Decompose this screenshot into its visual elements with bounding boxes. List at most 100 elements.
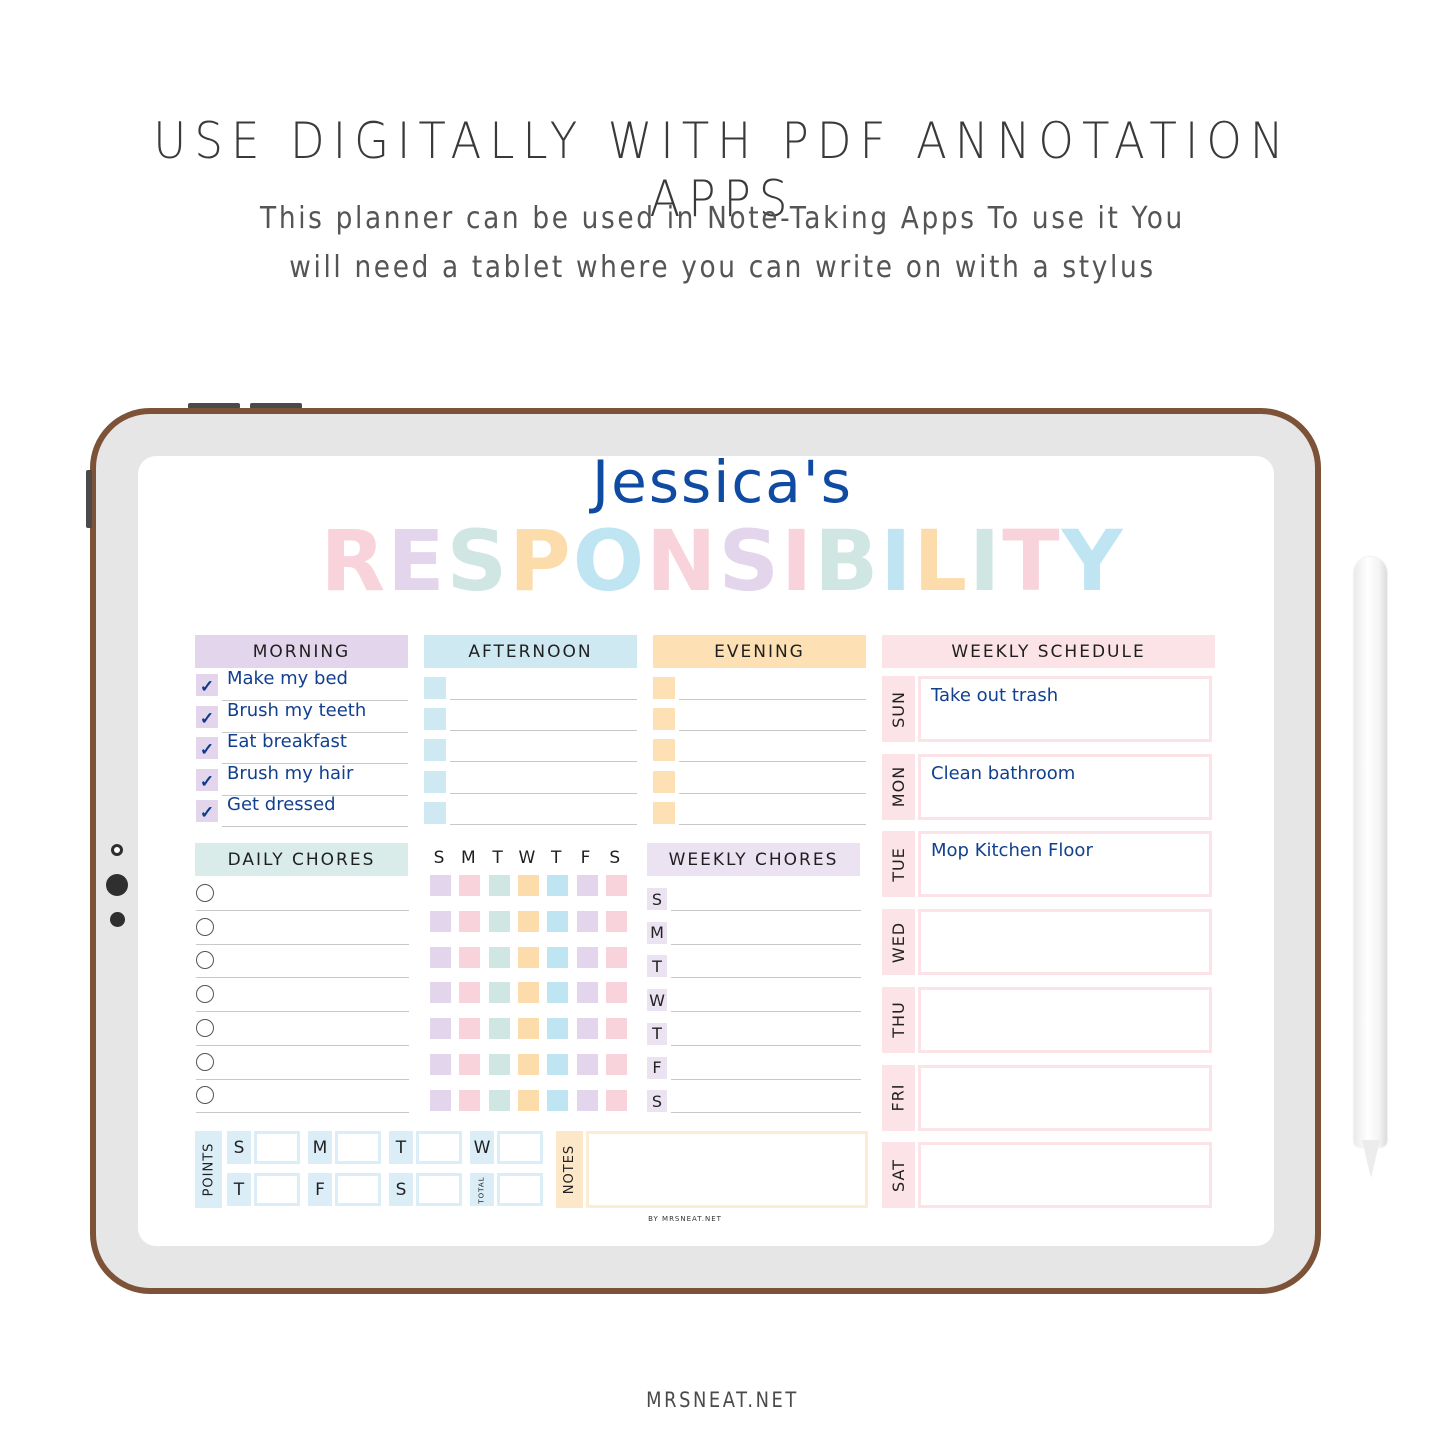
- day-check-cell[interactable]: [517, 910, 539, 932]
- afternoon-row-line[interactable]: [450, 792, 637, 794]
- afternoon-checkbox[interactable]: [424, 708, 446, 731]
- evening-row-line[interactable]: [679, 730, 866, 732]
- day-check-cell[interactable]: [547, 982, 569, 1004]
- chore-row-line[interactable]: [196, 910, 409, 911]
- day-check-cell[interactable]: [547, 1089, 569, 1111]
- points-total-field[interactable]: [497, 1173, 543, 1206]
- day-check-cell[interactable]: [517, 1089, 539, 1111]
- chore-row-line[interactable]: [196, 1112, 409, 1114]
- day-check-cell[interactable]: [547, 1018, 569, 1040]
- points-day-field[interactable]: [335, 1131, 381, 1164]
- day-check-cell[interactable]: [576, 1018, 598, 1040]
- day-check-cell[interactable]: [605, 1018, 627, 1040]
- weekly-chore-line[interactable]: [671, 1078, 861, 1080]
- evening-checkbox[interactable]: [653, 739, 675, 762]
- day-check-cell[interactable]: [517, 875, 539, 896]
- points-day-field[interactable]: [416, 1131, 462, 1164]
- weekly-chore-line[interactable]: [671, 1011, 861, 1013]
- day-check-cell[interactable]: [488, 982, 510, 1004]
- morning-checkbox[interactable]: ✓: [196, 705, 218, 728]
- morning-checkbox[interactable]: ✓: [196, 800, 218, 822]
- weekly-chore-line[interactable]: [671, 1112, 861, 1114]
- day-check-cell[interactable]: [488, 1018, 510, 1040]
- day-check-cell[interactable]: [430, 982, 451, 1004]
- chore-row-line[interactable]: [196, 943, 409, 945]
- morning-task-text[interactable]: Brush my hair: [227, 763, 353, 784]
- day-check-cell[interactable]: [488, 946, 510, 968]
- day-check-cell[interactable]: [605, 1054, 627, 1075]
- day-check-cell[interactable]: [576, 1089, 598, 1111]
- day-check-cell[interactable]: [605, 875, 627, 896]
- schedule-day-field[interactable]: [918, 986, 1212, 1053]
- day-check-cell[interactable]: [576, 946, 598, 968]
- day-check-cell[interactable]: [576, 910, 598, 932]
- day-check-cell[interactable]: [488, 1054, 510, 1075]
- morning-checkbox[interactable]: ✓: [196, 737, 218, 759]
- day-check-cell[interactable]: [459, 910, 481, 932]
- day-check-cell[interactable]: [430, 875, 451, 896]
- chore-radio[interactable]: [196, 985, 214, 1004]
- day-check-cell[interactable]: [488, 910, 510, 932]
- morning-checkbox[interactable]: ✓: [196, 768, 218, 791]
- chore-row-line[interactable]: [196, 977, 409, 979]
- day-check-cell[interactable]: [459, 1018, 481, 1040]
- weekly-chore-line[interactable]: [671, 910, 861, 911]
- weekly-chore-line[interactable]: [671, 977, 861, 979]
- day-check-cell[interactable]: [430, 910, 451, 932]
- evening-checkbox[interactable]: [653, 708, 675, 731]
- day-check-cell[interactable]: [517, 1054, 539, 1075]
- day-check-cell[interactable]: [430, 1089, 451, 1111]
- evening-row-line[interactable]: [679, 761, 866, 763]
- afternoon-checkbox[interactable]: [424, 739, 446, 762]
- morning-task-text[interactable]: Get dressed: [227, 794, 336, 815]
- day-check-cell[interactable]: [488, 1089, 510, 1111]
- morning-task-text[interactable]: Eat breakfast: [227, 731, 347, 752]
- weekly-chore-line[interactable]: [671, 943, 861, 945]
- schedule-day-field[interactable]: [918, 1142, 1212, 1209]
- afternoon-checkbox[interactable]: [424, 677, 446, 699]
- notes-field[interactable]: [586, 1131, 868, 1208]
- afternoon-row-line[interactable]: [450, 699, 637, 700]
- schedule-day-field[interactable]: [918, 909, 1212, 976]
- day-check-cell[interactable]: [430, 1018, 451, 1040]
- schedule-day-field[interactable]: Mop Kitchen Floor: [918, 831, 1212, 898]
- day-check-cell[interactable]: [459, 982, 481, 1004]
- day-check-cell[interactable]: [605, 910, 627, 932]
- day-check-cell[interactable]: [517, 982, 539, 1004]
- chore-row-line[interactable]: [196, 1011, 409, 1013]
- evening-checkbox[interactable]: [653, 801, 675, 824]
- evening-checkbox[interactable]: [653, 677, 675, 699]
- day-check-cell[interactable]: [459, 1089, 481, 1111]
- owner-name[interactable]: Jessica's: [0, 448, 1445, 516]
- weekly-chore-line[interactable]: [671, 1044, 861, 1046]
- evening-checkbox[interactable]: [653, 770, 675, 793]
- chore-row-line[interactable]: [196, 1078, 409, 1080]
- day-check-cell[interactable]: [547, 1054, 569, 1075]
- day-check-cell[interactable]: [430, 1054, 451, 1075]
- day-check-cell[interactable]: [517, 1018, 539, 1040]
- points-day-field[interactable]: [335, 1173, 381, 1206]
- afternoon-row-line[interactable]: [450, 730, 637, 732]
- day-check-cell[interactable]: [576, 982, 598, 1004]
- day-check-cell[interactable]: [459, 946, 481, 968]
- day-check-cell[interactable]: [605, 1089, 627, 1111]
- morning-task-text[interactable]: Brush my teeth: [227, 700, 366, 721]
- afternoon-row-line[interactable]: [450, 823, 637, 825]
- afternoon-checkbox[interactable]: [424, 801, 446, 824]
- afternoon-checkbox[interactable]: [424, 770, 446, 793]
- schedule-day-field[interactable]: Take out trash: [918, 676, 1212, 742]
- day-check-cell[interactable]: [517, 946, 539, 968]
- morning-checkbox[interactable]: ✓: [196, 674, 218, 696]
- evening-row-line[interactable]: [679, 792, 866, 794]
- chore-radio[interactable]: [196, 884, 214, 902]
- day-check-cell[interactable]: [605, 982, 627, 1004]
- schedule-day-field[interactable]: [918, 1064, 1212, 1131]
- points-day-field[interactable]: [497, 1131, 543, 1164]
- day-check-cell[interactable]: [459, 875, 481, 896]
- day-check-cell[interactable]: [605, 946, 627, 968]
- day-check-cell[interactable]: [459, 1054, 481, 1075]
- chore-radio[interactable]: [196, 1018, 214, 1037]
- day-check-cell[interactable]: [547, 875, 569, 896]
- evening-row-line[interactable]: [679, 699, 866, 700]
- afternoon-row-line[interactable]: [450, 761, 637, 763]
